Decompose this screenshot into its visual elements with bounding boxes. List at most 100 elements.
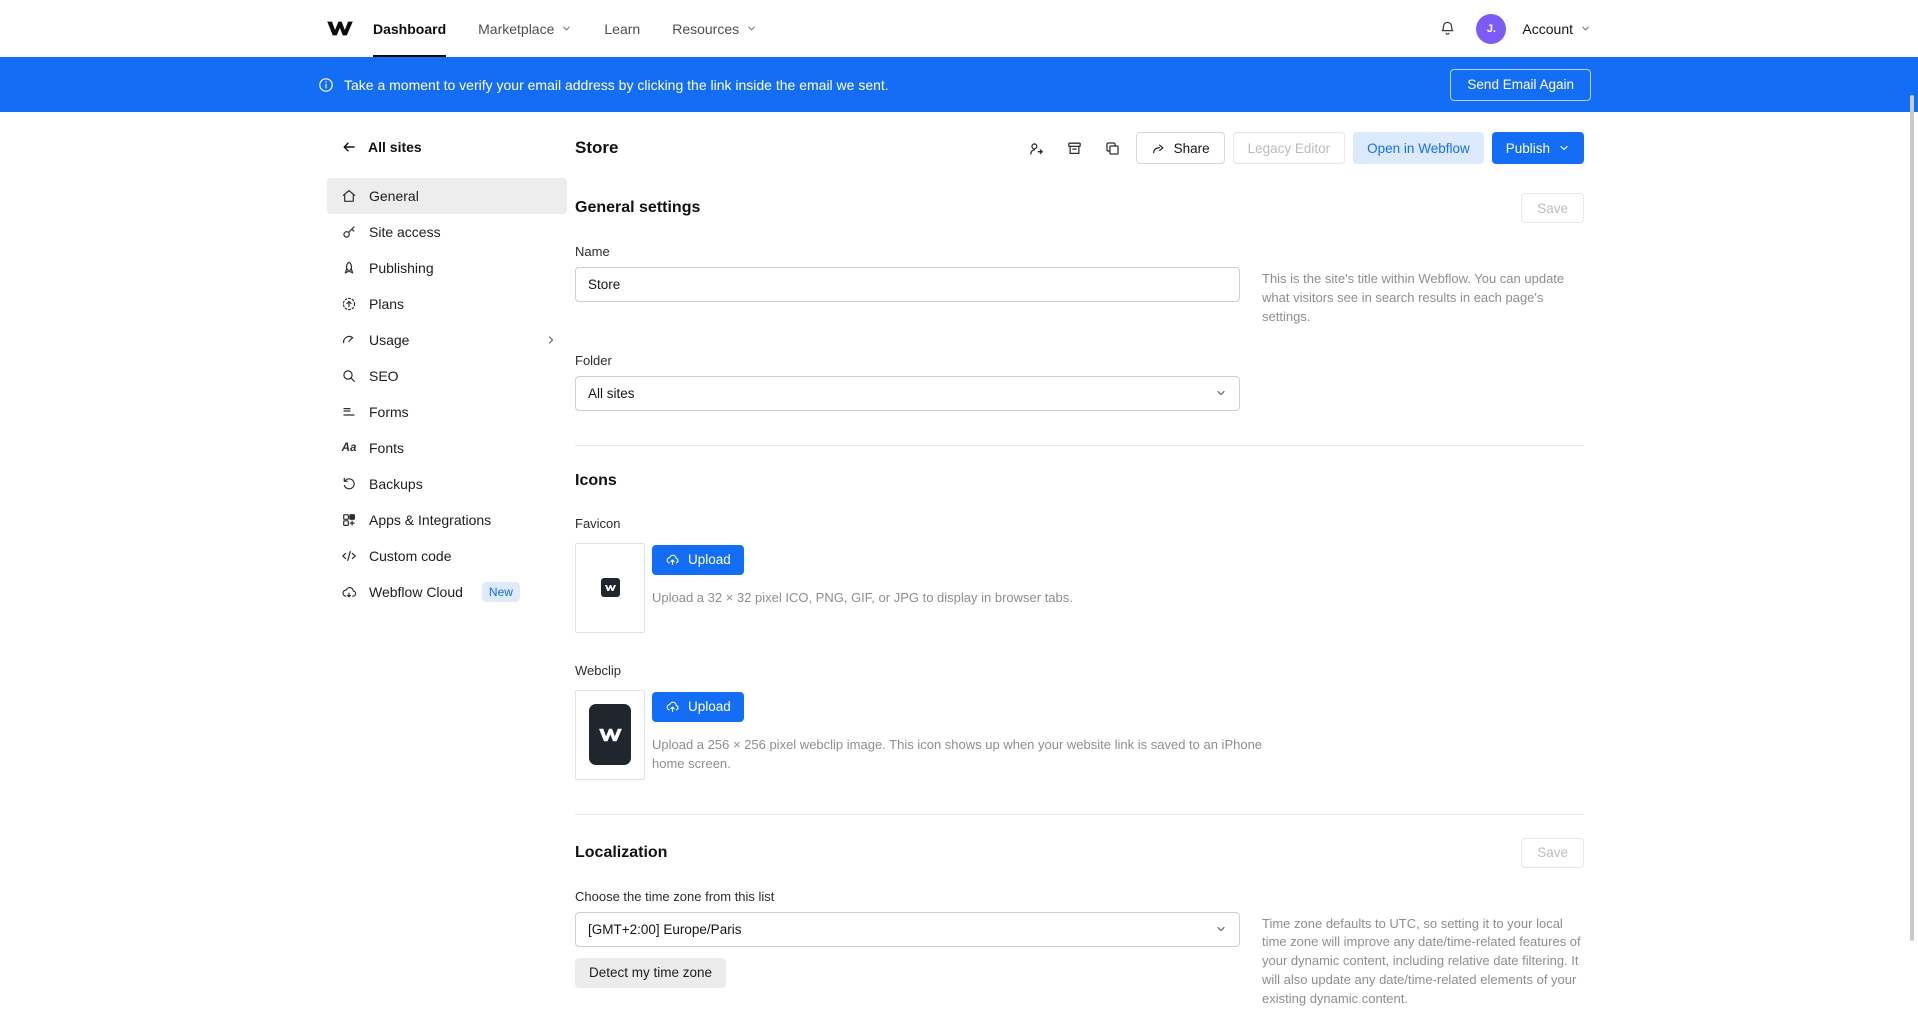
account-label: Account (1522, 21, 1573, 37)
arrow-left-icon (341, 139, 357, 155)
sidebar-item-fonts[interactable]: Aa Fonts (327, 430, 567, 466)
name-help-text: This is the site's title within Webflow.… (1262, 267, 1584, 327)
webclip-image (589, 704, 631, 765)
code-icon (341, 548, 357, 564)
circle-up-icon (341, 296, 357, 312)
sidebar-item-label: Webflow Cloud (369, 584, 463, 600)
sidebar-item-webflow-cloud[interactable]: Webflow Cloud New (327, 574, 567, 610)
duplicate-site-icon[interactable] (1098, 133, 1128, 163)
key-icon (341, 224, 357, 240)
sidebar-item-seo[interactable]: SEO (327, 358, 567, 394)
archive-site-icon[interactable] (1060, 133, 1090, 163)
apps-grid-icon (341, 512, 357, 528)
chevron-down-icon (1558, 142, 1570, 154)
chevron-down-icon (1215, 387, 1227, 399)
rocket-icon (341, 260, 357, 276)
share-button[interactable]: Share (1136, 132, 1225, 164)
section-divider (575, 814, 1584, 815)
sidebar-item-backups[interactable]: Backups (327, 466, 567, 502)
chevron-down-icon (561, 23, 572, 34)
sidebar-item-custom-code[interactable]: Custom code (327, 538, 567, 574)
general-save-button[interactable]: Save (1521, 193, 1584, 223)
sidebar-item-usage[interactable]: Usage (327, 322, 567, 358)
upload-cloud-icon (665, 699, 680, 714)
sidebar-item-label: Backups (369, 476, 423, 492)
publish-button[interactable]: Publish (1492, 132, 1584, 164)
send-email-again-button[interactable]: Send Email Again (1450, 69, 1591, 101)
restore-icon (341, 476, 357, 492)
favicon-upload-button[interactable]: Upload (652, 545, 744, 575)
nav-tab-resources[interactable]: Resources (656, 0, 773, 57)
localization-heading: Localization (575, 844, 667, 862)
back-to-all-sites[interactable]: All sites (327, 136, 567, 158)
share-arrow-icon (1151, 141, 1166, 156)
cloud-icon (341, 584, 357, 600)
nav-tab-learn[interactable]: Learn (588, 0, 656, 57)
nav-tab-label: Learn (604, 21, 640, 37)
fonts-aa-icon: Aa (341, 440, 357, 456)
sidebar-item-label: General (369, 188, 419, 204)
chevron-down-icon (746, 23, 757, 34)
sidebar-item-apps-integrations[interactable]: Apps & Integrations (327, 502, 567, 538)
webclip-preview (575, 690, 645, 780)
settings-sidebar: All sites General Site access Publishing… (327, 112, 567, 1009)
detect-timezone-button[interactable]: Detect my time zone (575, 958, 726, 988)
upload-cloud-icon (665, 552, 680, 567)
transfer-site-icon[interactable] (1022, 133, 1052, 163)
site-name-input[interactable] (575, 267, 1240, 302)
form-lines-icon (341, 404, 357, 420)
sidebar-item-forms[interactable]: Forms (327, 394, 567, 430)
new-badge: New (482, 582, 520, 602)
sidebar-item-site-access[interactable]: Site access (327, 214, 567, 250)
avatar[interactable]: J. (1476, 14, 1506, 44)
nav-tab-label: Resources (672, 21, 739, 37)
sidebar-item-label: Fonts (369, 440, 404, 456)
webflow-logo[interactable] (327, 0, 353, 57)
chevron-down-icon (1580, 23, 1591, 34)
name-label: Name (575, 244, 1584, 259)
sidebar-item-label: SEO (369, 368, 399, 384)
back-label: All sites (368, 139, 422, 155)
folder-label: Folder (575, 353, 1584, 368)
timezone-select[interactable]: [GMT+2:00] Europe/Paris (575, 912, 1240, 947)
scrollbar[interactable] (1910, 95, 1914, 941)
folder-select[interactable]: All sites (575, 376, 1240, 411)
search-icon (341, 368, 357, 384)
notifications-bell-icon[interactable] (1435, 16, 1460, 41)
home-icon (341, 188, 357, 204)
upload-label: Upload (688, 552, 731, 567)
localization-save-button[interactable]: Save (1521, 838, 1584, 868)
settings-content: Store Share Legacy Editor (567, 112, 1592, 1009)
folder-selected-value: All sites (588, 386, 635, 401)
webflow-logo-icon (327, 20, 353, 37)
chevron-down-icon (1215, 923, 1227, 935)
chevron-right-icon (545, 334, 557, 346)
legacy-editor-button[interactable]: Legacy Editor (1233, 132, 1346, 164)
open-in-webflow-button[interactable]: Open in Webflow (1353, 132, 1484, 164)
top-nav: Dashboard Marketplace Learn Resources J. (0, 0, 1918, 57)
sidebar-item-label: Publishing (369, 260, 434, 276)
info-icon (318, 77, 334, 93)
gauge-icon (341, 332, 357, 348)
banner-message: Take a moment to verify your email addre… (344, 77, 889, 93)
webclip-label: Webclip (575, 663, 1584, 678)
sidebar-item-plans[interactable]: Plans (327, 286, 567, 322)
general-settings-heading: General settings (575, 199, 700, 217)
favicon-label: Favicon (575, 516, 1584, 531)
webclip-upload-button[interactable]: Upload (652, 692, 744, 722)
avatar-initials: J. (1487, 23, 1496, 35)
favicon-preview (575, 543, 645, 633)
nav-tab-dashboard[interactable]: Dashboard (357, 0, 462, 57)
nav-tab-marketplace[interactable]: Marketplace (462, 0, 588, 57)
sidebar-item-label: Custom code (369, 548, 451, 564)
icons-heading: Icons (575, 472, 617, 490)
upload-label: Upload (688, 699, 731, 714)
account-menu[interactable]: Account (1522, 21, 1591, 37)
favicon-help-text: Upload a 32 × 32 pixel ICO, PNG, GIF, or… (652, 588, 1073, 608)
sidebar-item-label: Apps & Integrations (369, 512, 491, 528)
sidebar-item-general[interactable]: General (327, 178, 567, 214)
sidebar-item-label: Usage (369, 332, 409, 348)
sidebar-item-publishing[interactable]: Publishing (327, 250, 567, 286)
share-label: Share (1174, 141, 1210, 156)
timezone-label: Choose the time zone from this list (575, 889, 1584, 904)
